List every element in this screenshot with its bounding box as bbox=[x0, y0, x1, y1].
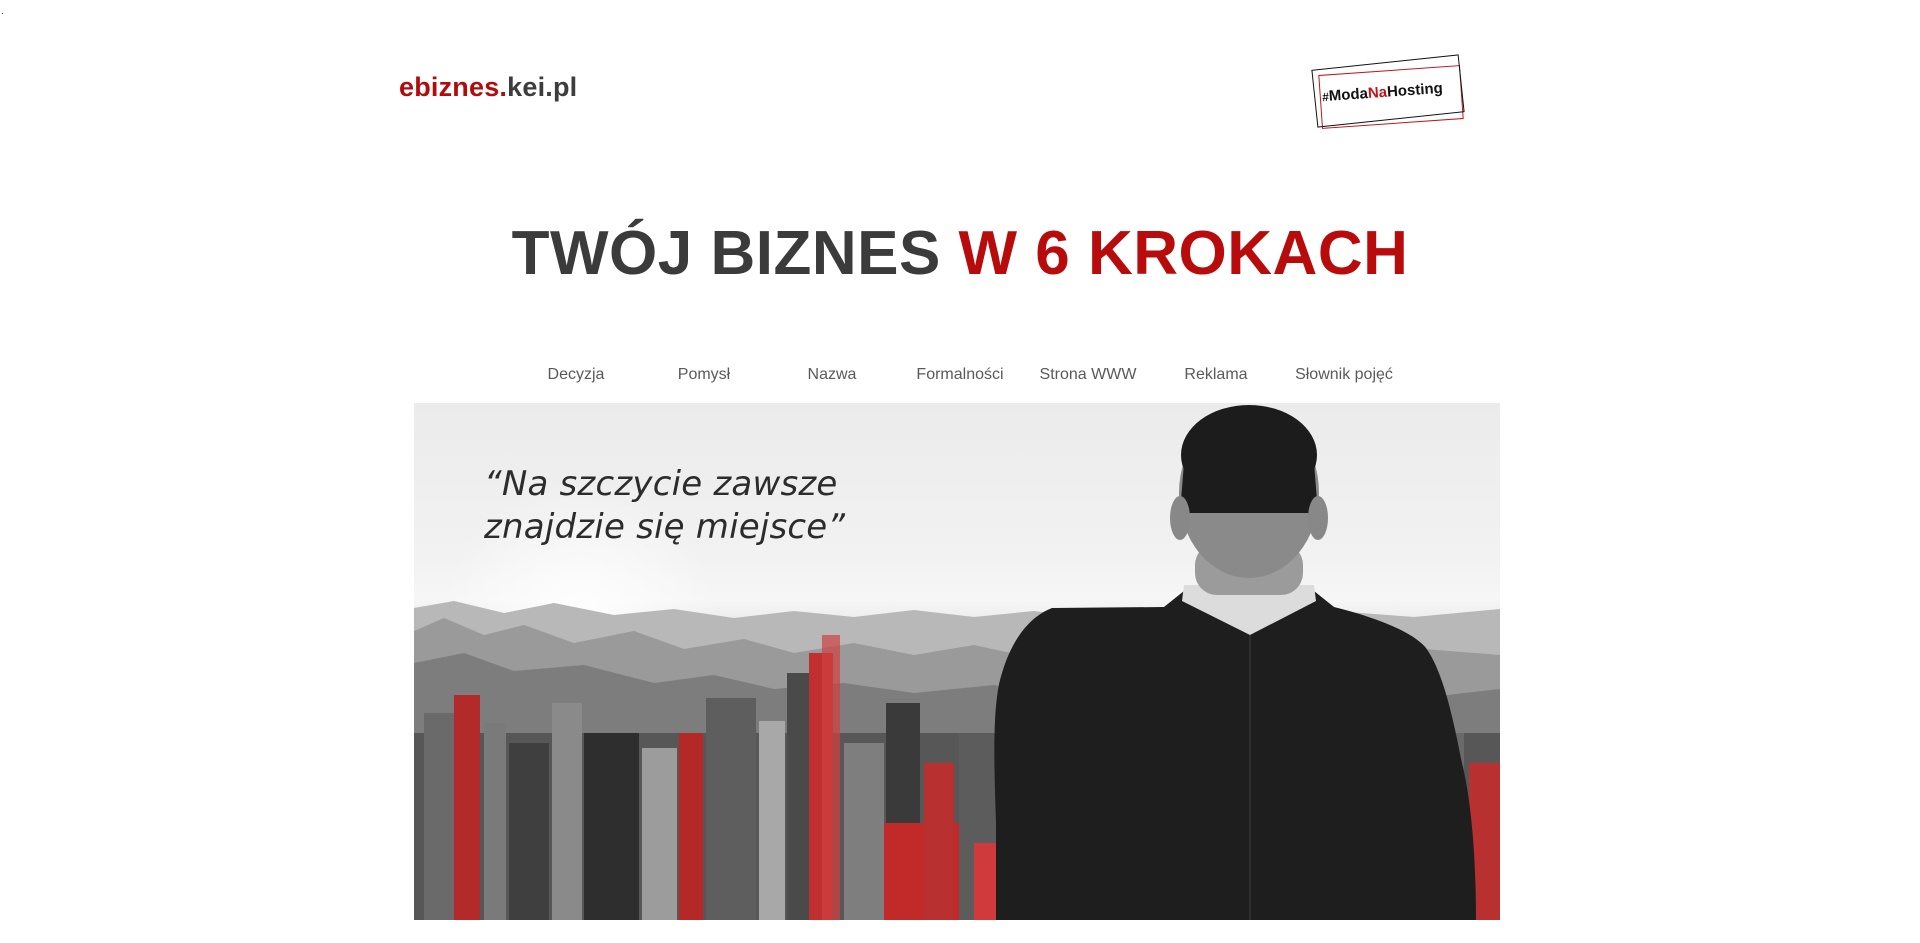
steps-nav: Decyzja Pomysł Nazwa Formalności Strona … bbox=[0, 362, 1920, 388]
quote-line-1: “Na szczycie zawsze bbox=[484, 464, 838, 504]
nav-item-decyzja[interactable]: Decyzja bbox=[512, 362, 640, 388]
nav-item-strona-www[interactable]: Strona WWW bbox=[1024, 362, 1152, 388]
site-logo[interactable]: ebiznes.kei.pl bbox=[399, 72, 577, 103]
moda-na-hosting-badge[interactable]: #ModaNaHosting bbox=[1306, 54, 1466, 136]
title-part-dark: TWÓJ BIZNES bbox=[511, 219, 941, 288]
badge-moda: Moda bbox=[1328, 85, 1369, 105]
nav-item-slownik-pojec[interactable]: Słownik pojęć bbox=[1280, 362, 1408, 388]
title-part-red: W 6 KROKACH bbox=[958, 219, 1409, 288]
quote-line-2: znajdzie się miejsce” bbox=[484, 507, 846, 547]
page-title: TWÓJ BIZNES W 6 KROKACH bbox=[0, 218, 1920, 289]
nav-item-pomysl[interactable]: Pomysł bbox=[640, 362, 768, 388]
page-dot: . bbox=[1, 6, 4, 17]
nav-item-reklama[interactable]: Reklama bbox=[1152, 362, 1280, 388]
hero-quote: “Na szczycie zawsze znajdzie się miejsce… bbox=[484, 463, 904, 549]
logo-part-ebiznes: ebiznes. bbox=[399, 72, 508, 102]
hero-banner: “Na szczycie zawsze znajdzie się miejsce… bbox=[414, 403, 1500, 920]
badge-na: Na bbox=[1367, 83, 1388, 102]
logo-part-kei: kei.pl bbox=[507, 72, 578, 102]
man-silhouette bbox=[994, 405, 1476, 920]
nav-item-formalnosci[interactable]: Formalności bbox=[896, 362, 1024, 388]
nav-item-nazwa[interactable]: Nazwa bbox=[768, 362, 896, 388]
